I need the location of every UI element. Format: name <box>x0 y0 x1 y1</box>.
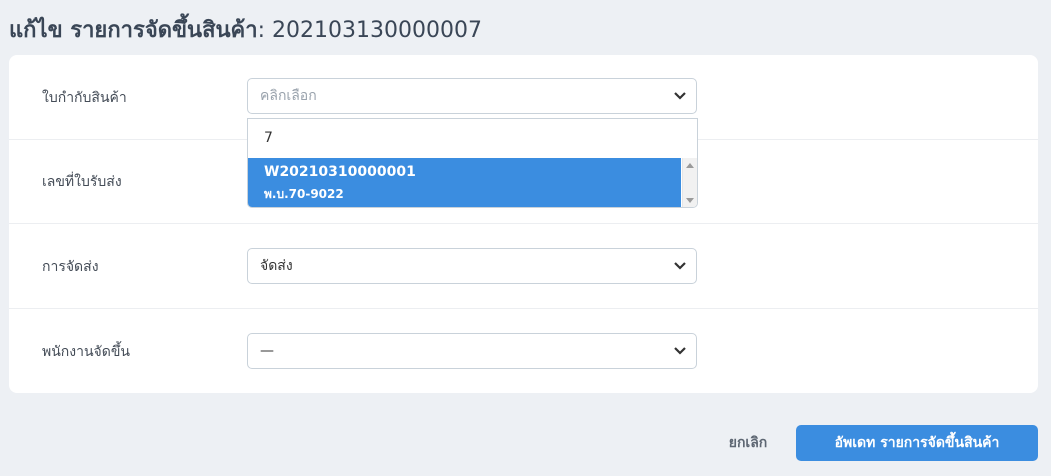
edit-form-card: ใบกำกับสินค้า คลิกเลือก เลขที่ใบรับส่ง ก… <box>9 55 1038 393</box>
update-button[interactable]: อัพเดท รายการจัดขึ้นสินค้า <box>796 425 1038 461</box>
shipping-select[interactable]: จัดส่ง <box>247 248 697 284</box>
page-title-prefix: แก้ไข รายการจัดขึ้นสินค้า <box>9 18 258 43</box>
option-subtext: พ.บ.70-9022 <box>264 187 344 201</box>
dropdown-scrollbar[interactable] <box>682 158 697 207</box>
invoice-select[interactable]: คลิกเลือก <box>247 78 697 114</box>
chevron-down-icon <box>674 92 686 100</box>
document-number: : 202103130000007 <box>257 18 482 43</box>
chevron-down-icon <box>674 347 686 355</box>
invoice-select-value: คลิกเลือก <box>260 88 317 104</box>
scroll-down-arrow-icon[interactable] <box>686 198 694 203</box>
dropdown-search-input[interactable]: 7 <box>248 119 697 157</box>
picker-select[interactable]: — <box>247 333 697 369</box>
dropdown-option[interactable]: W20210310000001 พ.บ.70-9022 <box>248 158 681 207</box>
shipping-select-value: จัดส่ง <box>260 258 293 274</box>
waybill-label: เลขที่ใบรับส่ง <box>42 174 122 190</box>
picker-select-value: — <box>260 343 274 359</box>
cancel-button[interactable]: ยกเลิก <box>710 426 786 460</box>
shipping-label: การจัดส่ง <box>42 259 99 275</box>
page-title: แก้ไข รายการจัดขึ้นสินค้า: 2021031300000… <box>9 12 482 47</box>
invoice-dropdown: 7 W20210310000001 พ.บ.70-9022 <box>247 118 698 208</box>
scroll-up-arrow-icon[interactable] <box>686 163 694 168</box>
form-row-shipping: การจัดส่ง จัดส่ง <box>9 224 1038 309</box>
option-code: W20210310000001 <box>264 164 416 180</box>
invoice-label: ใบกำกับสินค้า <box>42 90 127 106</box>
form-row-picker: พนักงานจัดขึ้น — <box>9 309 1038 394</box>
picker-label: พนักงานจัดขึ้น <box>42 344 130 360</box>
chevron-down-icon <box>674 262 686 270</box>
